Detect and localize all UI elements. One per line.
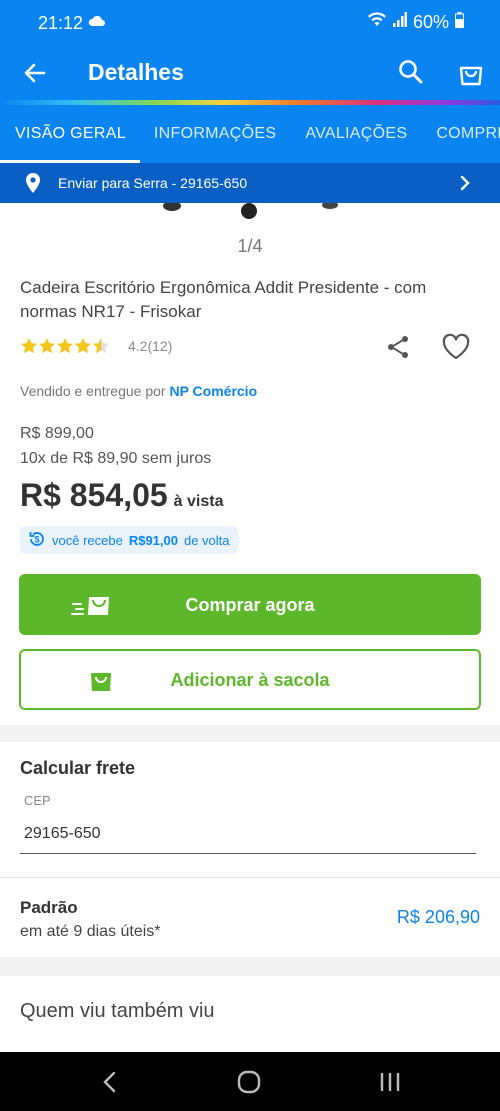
cashback-suffix: de volta	[183, 532, 230, 548]
installments-text: 10x de R$ 89,90 sem juros	[20, 450, 212, 467]
cart-icon[interactable]	[456, 58, 486, 88]
divider	[0, 877, 500, 878]
signal-icon	[392, 12, 407, 33]
status-time: 21:12	[38, 13, 84, 33]
shipping-option-price: R$ 206,90	[396, 907, 480, 927]
shipping-option-name: Padrão	[20, 898, 78, 917]
search-icon[interactable]	[397, 58, 425, 86]
rating-score: 4.2(12)	[128, 338, 173, 354]
product-title: Cadeira Escritório Ergonômica Addit Pres…	[20, 278, 427, 321]
shipping-destination-text: Enviar para Serra - 29165-650	[58, 175, 248, 191]
buy-now-button[interactable]: Comprar agora	[19, 574, 481, 635]
seller-info: Vendido e entregue por NP Comércio	[20, 383, 257, 399]
tab-information[interactable]: INFORMAÇÕES	[140, 105, 290, 163]
add-to-bag-label: Adicionar à sacola	[170, 670, 330, 690]
section-divider	[0, 725, 500, 742]
share-icon[interactable]	[385, 334, 411, 360]
cashback-prefix: você recebe	[52, 532, 123, 548]
tab-buy-together[interactable]: COMPRE	[421, 105, 500, 163]
product-image[interactable]	[0, 201, 500, 223]
cash-price: R$ 854,05 à vista	[20, 477, 223, 514]
wifi-icon	[367, 12, 387, 33]
star-icon	[21, 338, 109, 354]
freight-title: Calcular frete	[20, 758, 136, 778]
section-divider	[0, 957, 500, 976]
nav-back-icon[interactable]	[100, 1070, 120, 1099]
seller-prefix: Vendido e entregue por	[20, 383, 166, 399]
cloud-icon	[88, 14, 106, 33]
gallery-counter: 1/4	[237, 236, 263, 256]
heart-icon[interactable]	[441, 333, 471, 361]
seller-name-link[interactable]: NP Comércio	[169, 383, 257, 399]
cashback-icon: $	[28, 530, 46, 551]
page-title: Detalhes	[88, 59, 184, 85]
cashback-badge: $ você recebe R$91,00 de volta	[20, 526, 238, 554]
list-price: R$ 899,00	[20, 425, 94, 442]
cep-input[interactable]: 29165-650	[24, 825, 101, 843]
price-value: R$ 854,05	[20, 477, 168, 513]
system-nav-bar	[0, 1052, 500, 1111]
buy-now-label: Comprar agora	[185, 595, 315, 615]
rating-stars[interactable]: 4.2(12)	[20, 337, 172, 355]
battery-icon	[455, 12, 464, 33]
nav-recents-icon[interactable]	[378, 1070, 402, 1099]
app-bar: Detalhes	[0, 46, 500, 102]
tab-reviews[interactable]: AVALIAÇÕES	[290, 105, 421, 163]
cep-underline	[20, 853, 476, 854]
recommendations-title: Quem viu também viu	[20, 1000, 215, 1022]
battery-text: 60%	[412, 12, 449, 32]
location-pin-icon	[24, 172, 42, 199]
chevron-right-icon	[458, 175, 472, 196]
shipping-destination-bar[interactable]: Enviar para Serra - 29165-650	[0, 163, 500, 203]
shipping-option-eta: em até 9 dias úteis*	[20, 923, 161, 940]
tab-overview[interactable]: VISÃO GERAL	[0, 105, 140, 163]
back-arrow-icon[interactable]	[20, 58, 50, 88]
status-bar: 21:12 60%	[0, 0, 500, 46]
tab-bar: VISÃO GERAL INFORMAÇÕES AVALIAÇÕES COMPR…	[0, 105, 500, 163]
add-to-bag-button[interactable]: Adicionar à sacola	[19, 649, 481, 710]
cashback-value: R$91,00	[128, 532, 178, 548]
nav-home-icon[interactable]	[237, 1070, 261, 1099]
cep-label: CEP	[24, 793, 51, 808]
price-suffix: à vista	[173, 493, 224, 510]
svg-text:$: $	[34, 534, 39, 544]
